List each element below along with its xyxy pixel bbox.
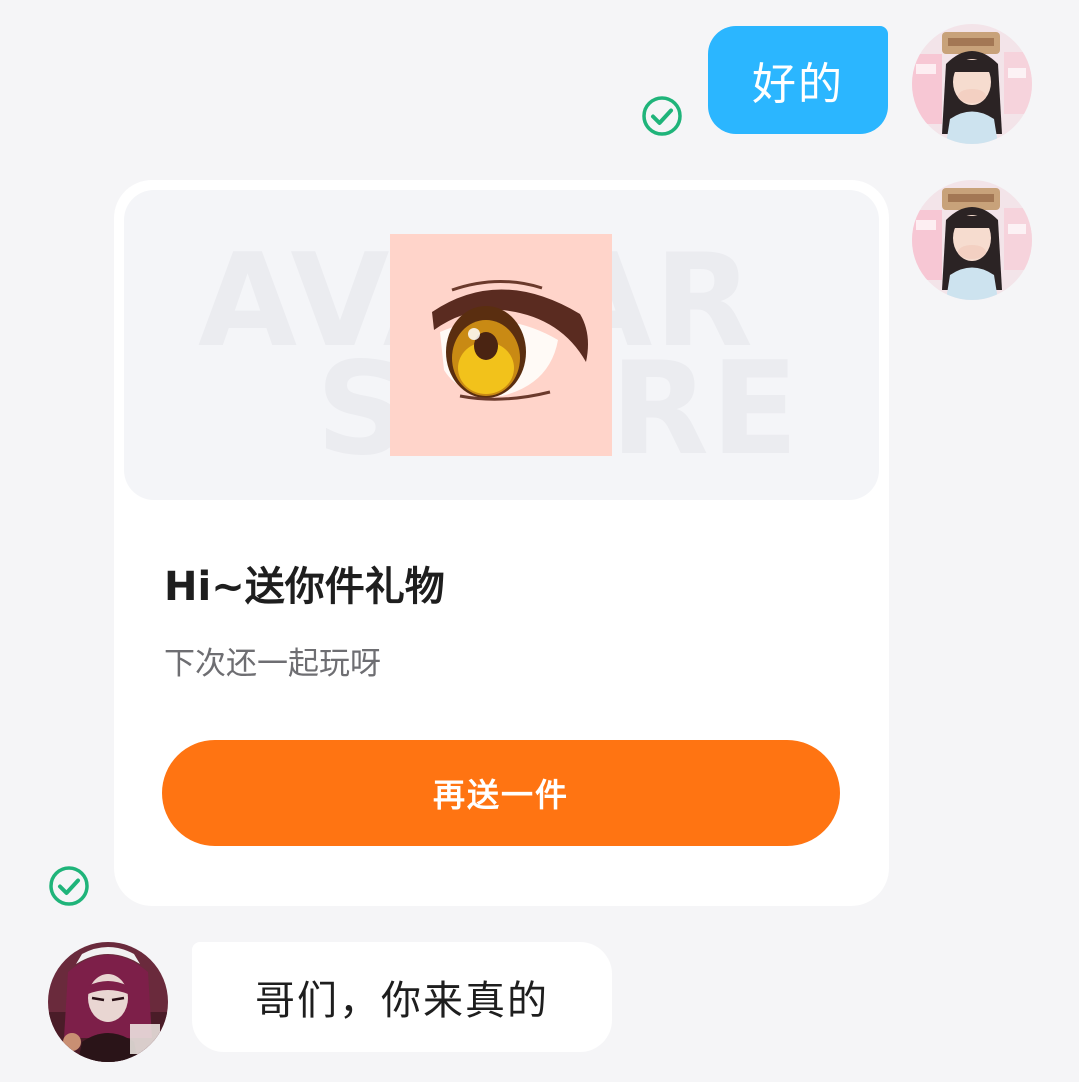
gift-card[interactable]: AVATAR STORE Hi~送你件礼物 下次还一起玩呀 再送一件: [114, 180, 889, 906]
send-another-gift-button[interactable]: 再送一件: [162, 740, 840, 846]
self-avatar[interactable]: [912, 180, 1032, 300]
self-avatar[interactable]: [912, 24, 1032, 144]
read-receipt-check-icon: [48, 865, 90, 907]
read-receipt-check-icon: [641, 95, 683, 137]
incoming-message-bubble[interactable]: 哥们，你来真的: [192, 942, 612, 1052]
gift-title: Hi~送你件礼物: [164, 564, 445, 610]
outgoing-message-bubble[interactable]: 好的: [708, 26, 888, 134]
peer-avatar[interactable]: [48, 942, 168, 1062]
anime-eye-icon: [390, 234, 612, 456]
gift-preview: AVATAR STORE: [124, 190, 879, 500]
gift-subtitle: 下次还一起玩呀: [164, 646, 381, 682]
